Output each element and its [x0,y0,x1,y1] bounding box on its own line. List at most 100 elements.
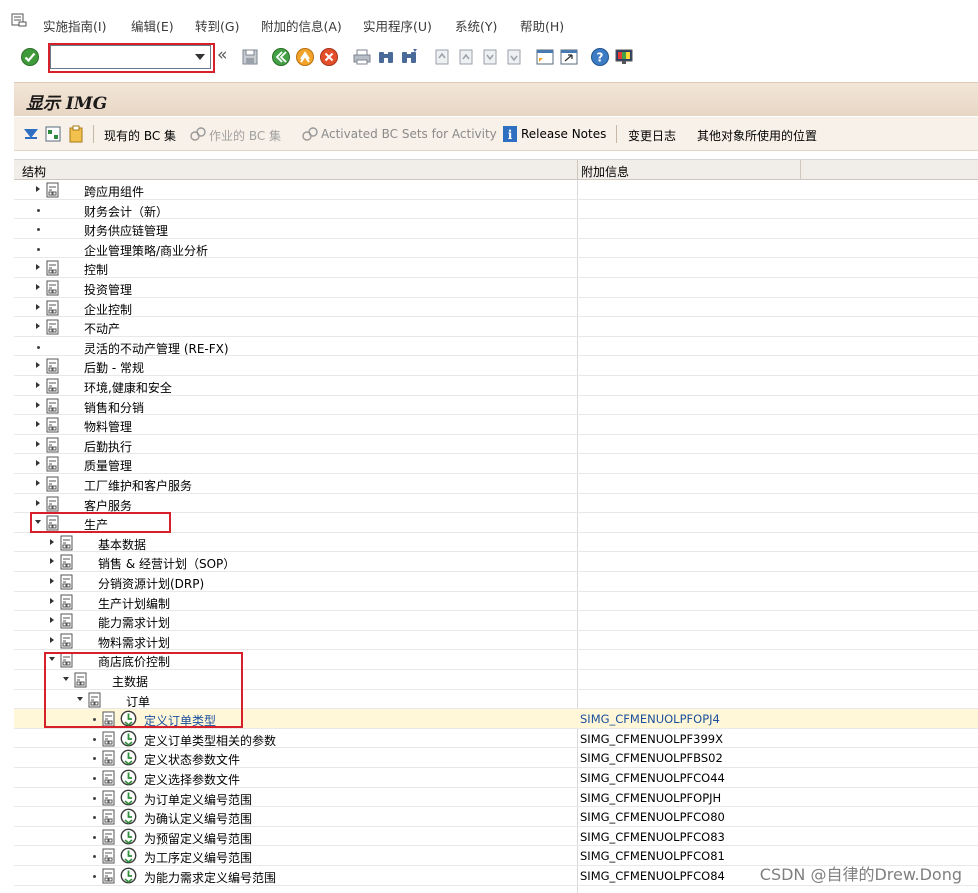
next-page-icon[interactable] [480,47,500,67]
expand-node-icon[interactable] [36,323,40,330]
find-next-icon[interactable] [399,47,419,67]
first-page-icon[interactable] [432,47,452,67]
menu-edit[interactable]: 编辑(E) [131,16,174,35]
tree-row[interactable]: 定义订单类型相关的参数 SIMG_CFMENUOLPF399X [14,729,978,749]
tree-node-label[interactable]: 基本数据 [98,536,146,553]
tree-node-label[interactable]: 物料需求计划 [98,634,170,651]
expand-node-icon[interactable] [50,636,54,643]
tree-node-label[interactable]: 后勤 - 常规 [84,359,144,376]
tree-node-label[interactable]: 定义选择参数文件 [144,771,240,788]
tree-row[interactable]: 企业管理策略/商业分析 [14,239,978,259]
tree-row[interactable]: 为预留定义编号范围 SIMG_CFMENUOLPFCO83 [14,827,978,847]
tree-node-label[interactable]: 定义订单类型相关的参数 [144,732,276,749]
expand-node-icon[interactable] [50,597,54,604]
command-field[interactable] [48,43,215,73]
back-icon[interactable] [271,47,291,67]
exit-icon[interactable] [295,47,315,67]
tree-node-label[interactable]: 跨应用组件 [84,183,144,200]
tree-row[interactable]: 跨应用组件 [14,180,978,200]
tree-row[interactable]: 销售和分销 [14,396,978,416]
tree-row[interactable]: 质量管理 [14,454,978,474]
tree-node-label[interactable]: 企业控制 [84,301,132,318]
tree-row[interactable]: 财务供应链管理 [14,219,978,239]
change-log-button[interactable]: 变更日志 [628,127,676,144]
print-icon[interactable] [352,47,372,67]
tree-row[interactable]: 能力需求计划 [14,611,978,631]
tree-node-label[interactable]: 财务供应链管理 [84,222,168,239]
tree-node-label[interactable]: 为能力需求定义编号范围 [144,869,276,886]
execute-activity-icon[interactable] [120,789,137,806]
tree-row[interactable]: 定义选择参数文件 SIMG_CFMENUOLPFCO44 [14,768,978,788]
column-header-structure[interactable]: 结构 [22,163,46,180]
tree-node-label[interactable]: 投资管理 [84,281,132,298]
display-structure-icon[interactable] [44,125,62,143]
execute-activity-icon[interactable] [120,749,137,766]
customize-layout-icon[interactable] [614,47,634,67]
tree-node-label[interactable]: 财务会计（新） [84,203,168,220]
tree-node-label[interactable]: 工厂维护和客户服务 [84,477,192,494]
execute-activity-icon[interactable] [120,808,137,825]
tree-node-label[interactable]: 环境,健康和安全 [84,379,172,396]
column-header-additional-info[interactable]: 附加信息 [581,163,629,180]
tree-node-label[interactable]: 企业管理策略/商业分析 [84,242,208,259]
expand-node-icon[interactable] [36,362,40,369]
create-session-icon[interactable] [535,47,555,67]
tree-row[interactable]: 投资管理 [14,278,978,298]
tree-node-label[interactable]: 为工序定义编号范围 [144,849,252,866]
tree-node-label[interactable]: 能力需求计划 [98,614,170,631]
chevron-down-icon[interactable] [195,54,205,60]
expand-node-icon[interactable] [50,538,54,545]
tree-row[interactable]: 生产计划编制 [14,592,978,612]
release-notes-button[interactable]: Release Notes [521,127,606,141]
tree-node-label[interactable]: 定义状态参数文件 [144,751,240,768]
previous-page-icon[interactable] [456,47,476,67]
where-used-button[interactable]: 其他对象所使用的位置 [697,127,817,144]
tree-node-label[interactable]: 物料管理 [84,418,132,435]
expand-node-icon[interactable] [36,303,40,310]
menu-goto[interactable]: 转到(G) [195,16,239,35]
tree-node-label[interactable]: 分销资源计划(DRP) [98,575,204,592]
clipboard-icon[interactable] [67,125,85,143]
save-icon[interactable] [240,47,260,67]
expand-node-icon[interactable] [50,578,54,584]
tree-row[interactable]: 财务会计（新） [14,200,978,220]
menu-extras[interactable]: 附加的信息(A) [261,16,342,35]
expand-node-icon[interactable] [36,264,40,271]
expand-node-icon[interactable] [50,617,54,624]
tree-row[interactable]: 后勤 - 常规 [14,356,978,376]
execute-activity-icon[interactable] [120,730,137,747]
create-shortcut-icon[interactable] [559,47,579,67]
expand-node-icon[interactable] [50,558,54,565]
collapse-double-left-icon[interactable]: « [217,45,237,65]
tree-node-label[interactable]: 质量管理 [84,457,132,474]
expand-node-icon[interactable] [36,186,40,192]
system-menu-icon[interactable] [10,12,28,28]
expand-node-icon[interactable] [36,284,40,290]
menu-utilities[interactable]: 实用程序(U) [363,16,432,35]
tree-node-label[interactable]: 后勤执行 [84,438,132,455]
menu-system[interactable]: 系统(Y) [455,16,497,35]
tree-row[interactable]: 定义状态参数文件 SIMG_CFMENUOLPFBS02 [14,748,978,768]
find-icon[interactable] [376,47,396,67]
tree-row[interactable]: 控制 [14,258,978,278]
cancel-icon[interactable] [319,47,339,67]
tree-row[interactable]: 企业控制 [14,298,978,318]
tree-row[interactable]: 灵活的不动产管理 (RE-FX) [14,337,978,357]
help-icon[interactable]: ? [590,47,610,67]
menu-help[interactable]: 帮助(H) [520,16,564,35]
expand-node-icon[interactable] [36,499,40,506]
activated-bc-sets-button[interactable]: Activated BC Sets for Activity [321,127,497,141]
tree-node-label[interactable]: 销售和分销 [84,399,144,416]
expand-node-icon[interactable] [36,401,40,408]
expand-node-icon[interactable] [36,440,40,447]
tree-node-label[interactable]: 不动产 [84,320,120,337]
tree-row[interactable]: 工厂维护和客户服务 [14,474,978,494]
execute-activity-icon[interactable] [120,847,137,864]
tree-row[interactable]: 不动产 [14,317,978,337]
tree-node-label[interactable]: 灵活的不动产管理 (RE-FX) [84,340,229,357]
enter-check-icon[interactable] [20,47,40,67]
tree-row[interactable]: 分销资源计划(DRP) [14,572,978,592]
tree-node-label[interactable]: 控制 [84,261,108,278]
tree-node-label[interactable]: 为预留定义编号范围 [144,830,252,847]
expand-subtree-icon[interactable] [22,125,40,143]
